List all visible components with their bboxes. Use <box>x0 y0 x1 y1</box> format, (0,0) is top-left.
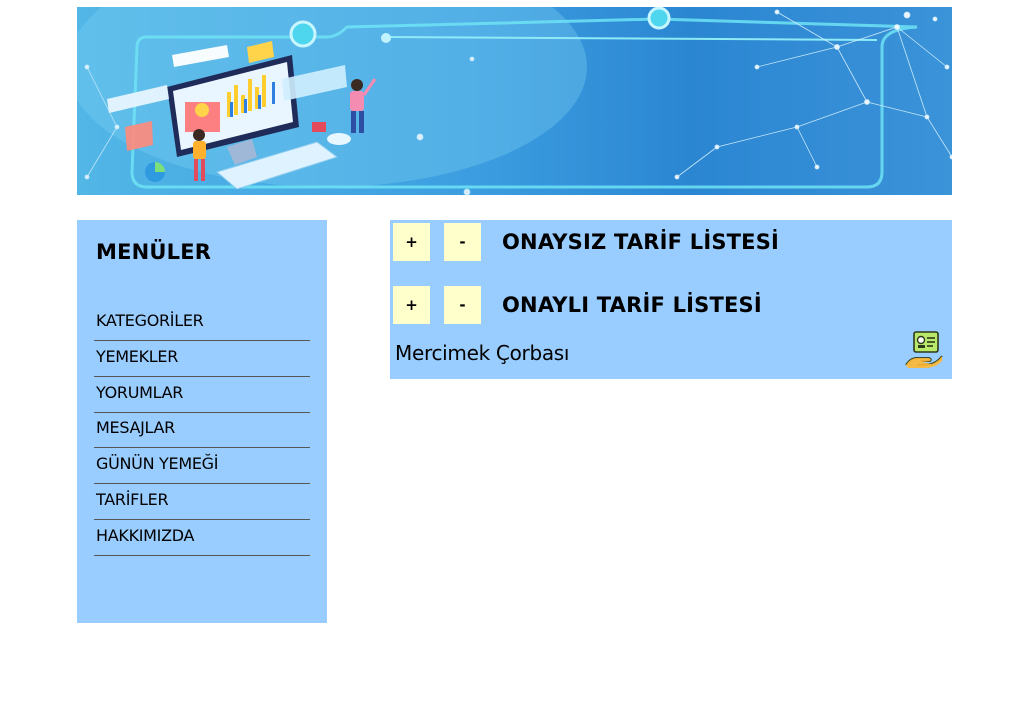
sidebar-item-gunun-yemegi[interactable]: GÜNÜN YEMEĞİ <box>94 449 310 485</box>
approved-list-title: ONAYLI TARİF LİSTESİ <box>502 293 762 317</box>
unapproved-collapse-button[interactable]: - <box>444 223 481 261</box>
unapproved-list-title: ONAYSIZ TARİF LİSTESİ <box>502 230 780 254</box>
sidebar-item-yorumlar[interactable]: YORUMLAR <box>94 378 310 413</box>
recipe-name: Mercimek Çorbası <box>395 341 570 365</box>
sidebar-item-kategoriler[interactable]: KATEGORİLER <box>94 306 310 341</box>
approved-expand-button[interactable]: + <box>393 286 430 324</box>
sidebar-menu: MENÜLER KATEGORİLER YEMEKLER YORUMLAR ME… <box>77 220 327 623</box>
header-banner <box>77 7 952 195</box>
sidebar-item-mesajlar[interactable]: MESAJLAR <box>94 413 310 449</box>
approve-hand-icon[interactable] <box>905 331 943 369</box>
recipe-list-panel: + - ONAYSIZ TARİF LİSTESİ + - ONAYLI TAR… <box>390 220 952 379</box>
sidebar-item-yemekler[interactable]: YEMEKLER <box>94 342 310 377</box>
approved-collapse-button[interactable]: - <box>444 286 481 324</box>
sidebar-item-tarifler[interactable]: TARİFLER <box>94 485 310 520</box>
sidebar-title: MENÜLER <box>96 240 212 264</box>
sidebar-item-hakkimizda[interactable]: HAKKIMIZDA <box>94 521 310 556</box>
unapproved-expand-button[interactable]: + <box>393 223 430 261</box>
menu-list: KATEGORİLER YEMEKLER YORUMLAR MESAJLAR G… <box>94 306 310 557</box>
banner-illustration <box>77 7 952 195</box>
